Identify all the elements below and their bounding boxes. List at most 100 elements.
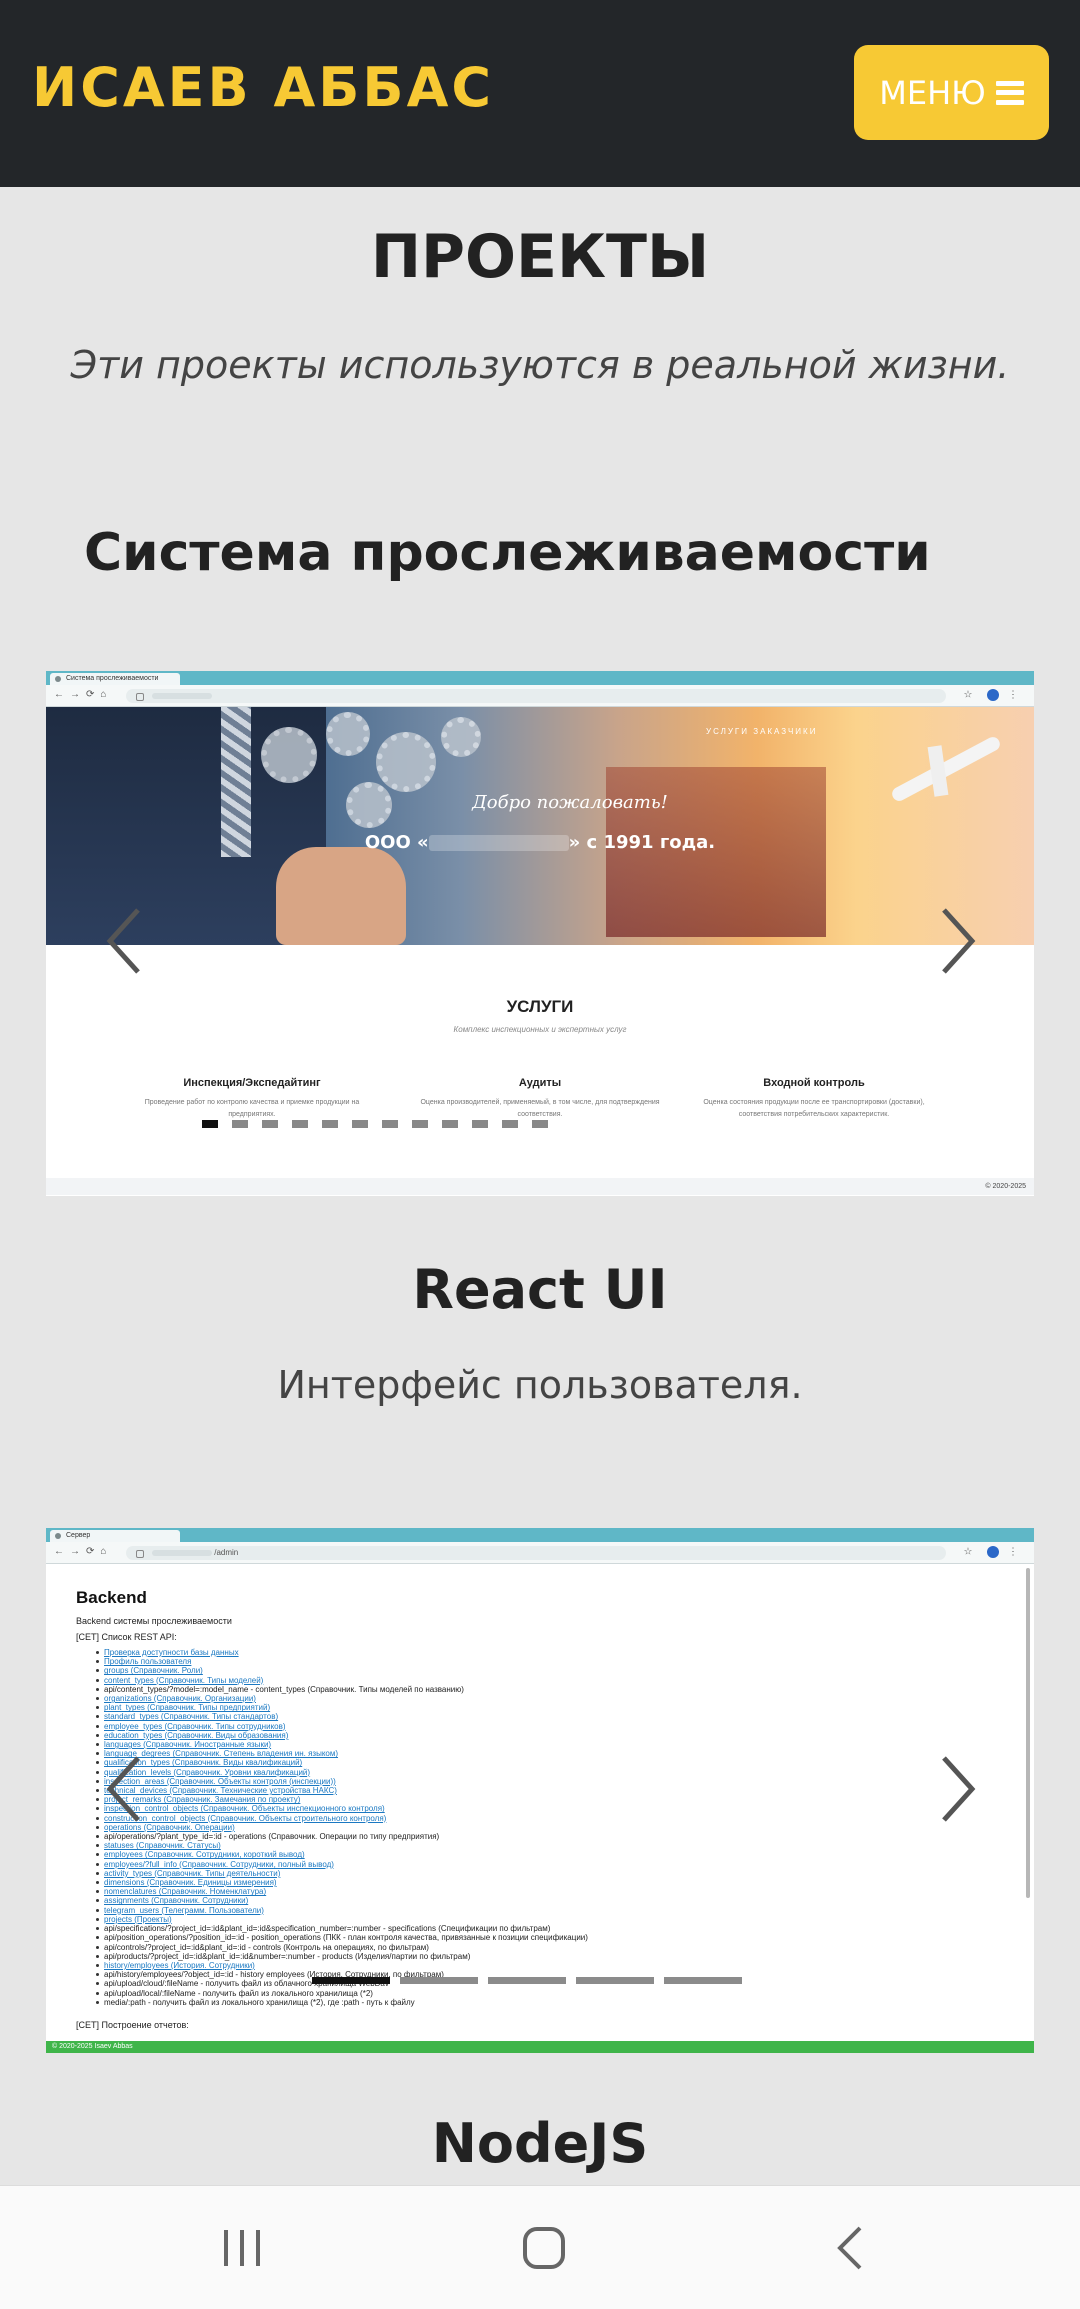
chevron-left-icon [106,1756,140,1822]
carousel-indicator[interactable] [352,1120,368,1128]
api-list-item[interactable]: Проверка доступности базы данных [96,1648,1004,1657]
api-list-item[interactable]: statuses (Справочник. Статусы) [96,1841,1004,1850]
api-list-item[interactable]: qualification_types (Справочник. Виды кв… [96,1758,1004,1767]
services-subtitle: Комплекс инспекционных и экспертных услу… [453,1025,627,1034]
api-list-item[interactable]: dimensions (Справочник. Единицы измерени… [96,1878,1004,1887]
services-title: УСЛУГИ [506,997,574,1016]
api-list-item[interactable]: standard_types (Справочник. Типы стандар… [96,1712,1004,1721]
menu-button[interactable]: МЕНЮ [854,45,1049,140]
project-title: React UI [412,1258,668,1321]
carousel-indicator[interactable] [202,1120,218,1128]
carousel-indicator[interactable] [488,1977,566,1984]
api-list-item: api/controls/?project_id=:id&plant_id=:i… [96,1943,1004,1952]
api-list-item[interactable]: history/employees (История. Сотрудники) [96,1961,1004,1970]
menu-label: МЕНЮ [879,73,986,112]
browser-tab: Система прослеживаемости [50,673,180,685]
api-list-item[interactable]: organizations (Справочник. Организации) [96,1694,1004,1703]
api-list-item[interactable]: operations (Справочник. Операции) [96,1823,1004,1832]
project-screenshot-carousel[interactable]: Сервер ←→⟳⌂ /admin ☆ ⋮ Backend Backend с… [46,1528,1034,2053]
carousel-indicator[interactable] [322,1120,338,1128]
api-list-item: api/upload/local/:fileName - получить фа… [96,1989,1004,1998]
carousel-indicator[interactable] [400,1977,478,1984]
api-list-item[interactable]: project_remarks (Справочник. Замечания п… [96,1795,1004,1804]
carousel-indicator[interactable] [232,1120,248,1128]
service-column: Инспекция/Экспедайтинг Проведение работ … [144,1077,360,1118]
carousel-indicators[interactable] [202,1120,548,1128]
api-list-item[interactable]: nomenclatures (Справочник. Номенклатура) [96,1887,1004,1896]
browser-tab-bar: Сервер [46,1528,1034,1542]
reports-section-title: [CET] Построение отчетов: [76,2020,189,2030]
project-title: NodeJS [431,2112,649,2175]
hamburger-icon [995,80,1024,105]
carousel-next-button[interactable] [938,906,978,976]
api-list-item: api/content_types/?model=:model_name - c… [96,1685,1004,1694]
scrollbar [1026,1568,1030,1898]
api-list-item[interactable]: Профиль пользователя [96,1657,1004,1666]
api-list-item: api/position_operations/?position_id=:id… [96,1933,1004,1942]
api-list-item: api/specifications/?project_id=:id&plant… [96,1924,1004,1933]
api-list-item[interactable]: projects (Проекты) [96,1915,1004,1924]
api-list-item[interactable]: employee_types (Справочник. Типы сотрудн… [96,1722,1004,1731]
url-field: /admin [126,1546,946,1560]
project-screenshot-carousel[interactable]: Система прослеживаемости ←→⟳⌂ ☆ ⋮ УСЛУГИ… [46,671,1034,1196]
carousel-prev-button[interactable] [104,906,144,976]
site-nav-links: УСЛУГИ ЗАКАЗЧИКИ [706,727,818,736]
gear-icon [261,727,317,783]
api-list-item[interactable]: groups (Справочник. Роли) [96,1666,1004,1675]
api-list-item[interactable]: languages (Справочник. Иностранные языки… [96,1740,1004,1749]
browser-nav-icons: ←→⟳⌂ [54,1546,113,1557]
api-list-item: media/:path - получить файл из локальног… [96,1998,1004,2007]
system-nav-bar [0,2185,1080,2309]
carousel-indicator[interactable] [576,1977,654,1984]
brand-logo[interactable]: ИСАЕВ АББАС [32,56,494,119]
hero-since: ООО «» с 1991 года. [364,832,716,853]
api-section-title: [CET] Список REST API: [76,1632,177,1642]
admin-subheading: Backend системы прослеживаемости [76,1616,232,1626]
carousel-indicator[interactable] [502,1120,518,1128]
carousel-indicator[interactable] [292,1120,308,1128]
carousel-indicator[interactable] [472,1120,488,1128]
services-section: УСЛУГИ Комплекс инспекционных и экспертн… [46,945,1034,1195]
recents-icon[interactable] [210,2216,274,2280]
carousel-indicators[interactable] [312,1977,742,1984]
api-list-item[interactable]: employees (Справочник. Сотрудники, корот… [96,1850,1004,1859]
gear-icon [376,732,436,792]
hero-banner: УСЛУГИ ЗАКАЗЧИКИ Добро пожаловать! ООО «… [46,707,1034,945]
service-column: Аудиты Оценка производителей, применяемы… [420,1077,660,1118]
api-list-item[interactable]: inspection_areas (Справочник. Объекты ко… [96,1777,1004,1786]
api-list-item[interactable]: activity_types (Справочник. Типы деятель… [96,1869,1004,1878]
api-list-item[interactable]: technical_devices (Справочник. Техническ… [96,1786,1004,1795]
api-list-item[interactable]: employees/?full_info (Справочник. Сотруд… [96,1860,1004,1869]
api-list-item[interactable]: plant_types (Справочник. Типы предприяти… [96,1703,1004,1712]
api-list-item[interactable]: content_types (Справочник. Типы моделей) [96,1676,1004,1685]
chevron-right-icon [942,908,976,974]
browser-nav-icons: ←→⟳⌂ [54,689,113,700]
api-list-item[interactable]: construction_control_objects (Справочник… [96,1814,1004,1823]
browser-tab-bar: Система прослеживаемости [46,671,1034,685]
chevron-right-icon [942,1756,976,1822]
top-header: ИСАЕВ АББАС МЕНЮ [0,0,1080,187]
page-subtitle: Эти проекты используются в реальной жизн… [70,343,1010,387]
project-subtitle: Интерфейс пользователя. [277,1363,803,1407]
gear-icon [326,712,370,756]
api-list-item[interactable]: education_types (Справочник. Виды образо… [96,1731,1004,1740]
api-list-item[interactable]: telegram_users (Телеграмм. Пользователи) [96,1906,1004,1915]
carousel-indicator[interactable] [412,1120,428,1128]
carousel-prev-button[interactable] [104,1754,144,1824]
carousel-indicator[interactable] [664,1977,742,1984]
service-column: Входной контроль Оценка состояния продук… [703,1077,925,1118]
api-list-item[interactable]: inspection_control_objects (Справочник. … [96,1804,1004,1813]
carousel-indicator[interactable] [262,1120,278,1128]
carousel-next-button[interactable] [938,1754,978,1824]
chevron-left-icon [106,908,140,974]
carousel-indicator[interactable] [442,1120,458,1128]
carousel-indicator[interactable] [312,1977,390,1984]
api-list-item[interactable]: qualification_levels (Справочник. Уровни… [96,1768,1004,1777]
carousel-indicator[interactable] [382,1120,398,1128]
api-list-item[interactable]: assignments (Справочник. Сотрудники) [96,1896,1004,1905]
api-list-item: api/operations/?plant_type_id=:id - oper… [96,1832,1004,1841]
carousel-indicator[interactable] [532,1120,548,1128]
api-list-item[interactable]: language_degrees (Справочник. Степень вл… [96,1749,1004,1758]
back-icon[interactable] [818,2216,882,2280]
home-icon[interactable] [512,2216,576,2280]
